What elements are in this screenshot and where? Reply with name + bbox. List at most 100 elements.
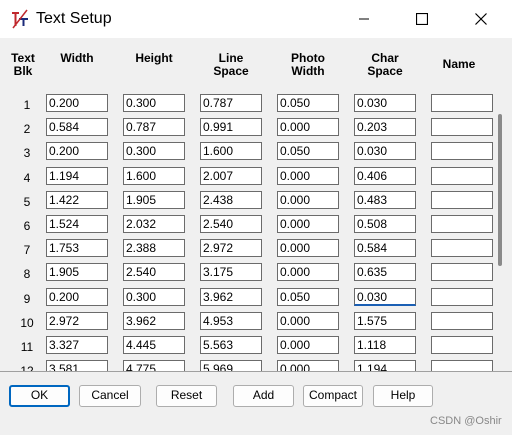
name-cell[interactable]	[431, 239, 493, 258]
name-cell[interactable]	[431, 336, 493, 354]
name-cell[interactable]	[431, 287, 493, 306]
height-cell[interactable]: 2.032	[123, 215, 185, 233]
row-number: 7	[23, 243, 31, 258]
width-cell[interactable]: 0.200	[46, 142, 108, 161]
table-row: 8 1.905 2.540 3.175 0.000 0.635	[0, 262, 493, 286]
minimize-button[interactable]	[335, 0, 393, 38]
char-space-cell[interactable]: 0.030	[354, 287, 416, 306]
table-row: 1 0.200 0.300 0.787 0.050 0.030	[0, 93, 493, 117]
char-space-cell[interactable]: 0.030	[354, 94, 416, 112]
name-cell[interactable]	[431, 311, 493, 330]
char-space-cell[interactable]: 1.118	[354, 336, 416, 354]
column-header-photo-width: Photo Width	[291, 51, 325, 78]
ok-button[interactable]: OK	[9, 385, 70, 407]
table-row: 11 3.327 4.445 5.563 0.000 1.118	[0, 335, 493, 359]
char-space-cell[interactable]: 0.030	[354, 142, 416, 161]
reset-button[interactable]: Reset	[156, 385, 217, 407]
height-cell[interactable]: 4.775	[123, 360, 185, 371]
name-cell[interactable]	[431, 142, 493, 161]
vertical-scrollbar[interactable]	[495, 88, 504, 371]
row-number: 1	[23, 98, 31, 112]
photo-width-cell[interactable]: 0.000	[277, 336, 339, 354]
line-space-cell[interactable]: 0.991	[200, 118, 262, 137]
photo-width-cell[interactable]: 0.000	[277, 311, 339, 330]
row-number: 10	[20, 315, 34, 330]
help-button[interactable]: Help	[373, 385, 433, 407]
table-row: 7 1.753 2.388 2.972 0.000 0.584	[0, 238, 493, 262]
table-row: 6 1.524 2.032 2.540 0.000 0.508	[0, 214, 493, 238]
photo-width-cell[interactable]: 0.000	[277, 118, 339, 137]
line-space-cell[interactable]: 2.007	[200, 166, 262, 185]
line-space-cell[interactable]: 2.438	[200, 190, 262, 209]
line-space-cell[interactable]: 4.953	[200, 311, 262, 330]
height-cell[interactable]: 1.905	[123, 190, 185, 209]
width-cell[interactable]: 1.905	[46, 263, 108, 282]
width-cell[interactable]: 1.422	[46, 190, 108, 209]
line-space-cell[interactable]: 3.175	[200, 263, 262, 282]
photo-width-cell[interactable]: 0.050	[277, 287, 339, 306]
photo-width-cell[interactable]: 0.050	[277, 142, 339, 161]
height-cell[interactable]: 2.540	[123, 263, 185, 282]
height-cell[interactable]: 4.445	[123, 336, 185, 354]
width-cell[interactable]: 0.584	[46, 118, 108, 137]
photo-width-cell[interactable]: 0.000	[277, 263, 339, 282]
height-cell[interactable]: 1.600	[123, 166, 185, 185]
line-space-cell[interactable]: 1.600	[200, 142, 262, 161]
line-space-cell[interactable]: 5.563	[200, 336, 262, 354]
row-number: 8	[23, 267, 31, 282]
name-cell[interactable]	[431, 190, 493, 209]
line-space-cell[interactable]: 2.540	[200, 215, 262, 233]
char-space-cell[interactable]: 0.584	[354, 239, 416, 258]
add-button[interactable]: Add	[233, 385, 294, 407]
name-cell[interactable]	[431, 263, 493, 282]
width-cell[interactable]: 3.581	[46, 360, 108, 371]
photo-width-cell[interactable]: 0.000	[277, 360, 339, 371]
width-cell[interactable]: 2.972	[46, 311, 108, 330]
char-space-cell[interactable]: 0.203	[354, 118, 416, 137]
column-header-text-blk: Text Blk	[11, 51, 35, 78]
height-cell[interactable]: 0.300	[123, 94, 185, 112]
table-row: 2 0.584 0.787 0.991 0.000 0.203	[0, 117, 493, 141]
width-cell[interactable]: 0.200	[46, 287, 108, 306]
name-cell[interactable]	[431, 94, 493, 112]
row-number: 2	[23, 122, 31, 137]
photo-width-cell[interactable]: 0.000	[277, 166, 339, 185]
width-cell[interactable]: 1.753	[46, 239, 108, 258]
width-cell[interactable]: 1.524	[46, 215, 108, 233]
close-button[interactable]	[452, 0, 510, 38]
photo-width-cell[interactable]: 0.000	[277, 239, 339, 258]
char-space-cell[interactable]: 1.575	[354, 311, 416, 330]
line-space-cell[interactable]: 2.972	[200, 239, 262, 258]
height-cell[interactable]: 2.388	[123, 239, 185, 258]
photo-width-cell[interactable]: 0.000	[277, 190, 339, 209]
name-cell[interactable]	[431, 166, 493, 185]
height-cell[interactable]: 0.300	[123, 142, 185, 161]
width-cell[interactable]: 0.200	[46, 94, 108, 112]
column-header-char-space: Char Space	[367, 51, 403, 78]
photo-width-cell[interactable]: 0.000	[277, 215, 339, 233]
char-space-cell[interactable]: 0.483	[354, 190, 416, 209]
char-space-cell[interactable]: 0.406	[354, 166, 416, 185]
width-cell[interactable]: 1.194	[46, 166, 108, 185]
name-cell[interactable]	[431, 118, 493, 137]
line-space-cell[interactable]: 5.969	[200, 360, 262, 371]
text-block-grid: 1 0.200 0.300 0.787 0.050 0.030 2 0.584 0.787 0.9…	[0, 88, 505, 371]
cancel-button[interactable]: Cancel	[79, 385, 141, 407]
height-cell[interactable]: 0.300	[123, 287, 185, 306]
table-row: 9 0.200 0.300 3.962 0.050 0.030	[0, 287, 493, 311]
line-space-cell[interactable]: 0.787	[200, 94, 262, 112]
row-number: 3	[23, 146, 31, 161]
maximize-button[interactable]	[393, 0, 451, 38]
char-space-cell[interactable]: 1.194	[354, 360, 416, 371]
name-cell[interactable]	[431, 360, 493, 371]
line-space-cell[interactable]: 3.962	[200, 287, 262, 306]
scrollbar-thumb[interactable]	[498, 114, 502, 266]
name-cell[interactable]	[431, 215, 493, 233]
height-cell[interactable]: 3.962	[123, 311, 185, 330]
char-space-cell[interactable]: 0.635	[354, 263, 416, 282]
height-cell[interactable]: 0.787	[123, 118, 185, 137]
width-cell[interactable]: 3.327	[46, 336, 108, 354]
photo-width-cell[interactable]: 0.050	[277, 94, 339, 112]
char-space-cell[interactable]: 0.508	[354, 215, 416, 233]
compact-button[interactable]: Compact	[303, 385, 363, 407]
